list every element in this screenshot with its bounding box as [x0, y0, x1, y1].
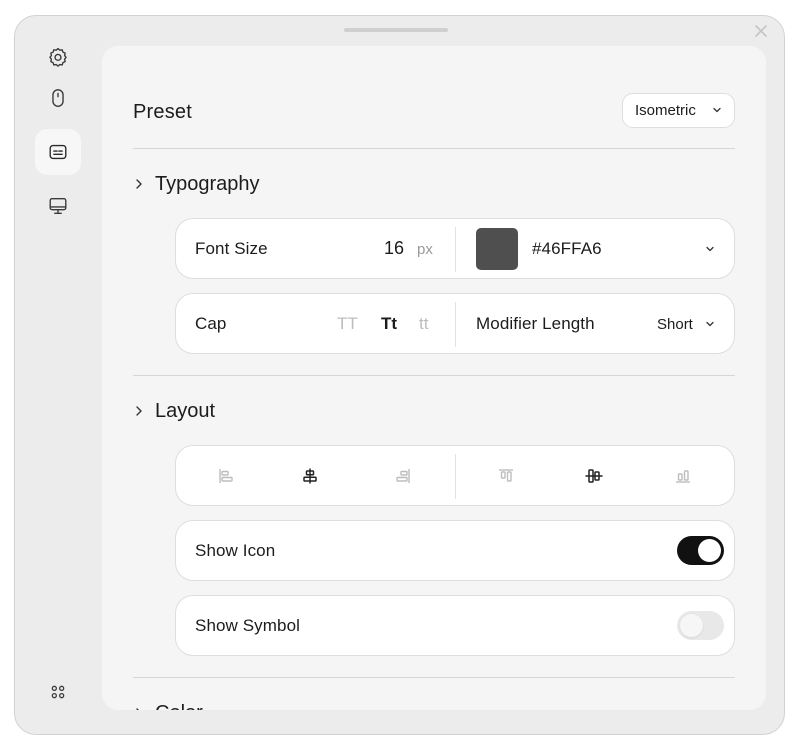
preset-selected-value: Isometric	[635, 102, 696, 119]
typography-row-cap-modifier: Cap TT Tt tt Modifier Length Short	[175, 293, 735, 354]
gear-icon	[49, 47, 67, 67]
cap-option-uppercase[interactable]: TT	[337, 314, 358, 334]
chevron-down-icon	[713, 107, 721, 113]
cap-option-titlecase[interactable]: Tt	[381, 314, 397, 334]
align-bottom-button[interactable]	[671, 464, 695, 488]
sidebar-item-settings[interactable]	[35, 34, 81, 80]
apps-grid-icon	[51, 685, 65, 699]
sidebar-item-display[interactable]	[35, 183, 81, 229]
section-header-color[interactable]: Color	[133, 700, 203, 710]
align-center-vertical-icon	[585, 469, 603, 483]
font-size-label: Font Size	[195, 239, 268, 258]
divider	[455, 454, 456, 499]
preset-dropdown[interactable]: Isometric	[622, 93, 735, 128]
preset-title: Preset	[133, 101, 193, 123]
chevron-right-icon	[136, 406, 142, 416]
font-size-unit: px	[417, 241, 433, 258]
align-right-icon	[396, 469, 410, 483]
chevron-down-icon[interactable]	[705, 319, 715, 329]
show-symbol-toggle[interactable]	[677, 611, 724, 640]
color-hex-value: #46FFA6	[532, 239, 602, 258]
cap-option-lowercase[interactable]: tt	[419, 314, 428, 334]
divider	[455, 227, 456, 272]
align-center-horizontal-button[interactable]	[298, 464, 322, 488]
align-bottom-icon	[676, 470, 690, 483]
section-title-color: Color	[155, 702, 203, 711]
align-top-icon	[499, 469, 513, 482]
font-size-input[interactable]: 16	[384, 238, 404, 259]
section-title-layout: Layout	[155, 399, 216, 422]
divider	[133, 148, 735, 149]
sidebar-item-captions[interactable]	[35, 129, 81, 175]
section-title-typography: Typography	[155, 172, 260, 195]
monitor-icon	[49, 197, 67, 215]
alignment-row	[175, 445, 735, 506]
show-symbol-row: Show Symbol	[175, 595, 735, 656]
close-icon	[755, 25, 767, 37]
align-left-icon	[219, 469, 233, 483]
align-center-horizontal-icon	[303, 468, 317, 484]
modifier-length-label: Modifier Length	[476, 314, 595, 333]
align-top-button[interactable]	[494, 464, 518, 488]
section-header-layout[interactable]: Layout	[133, 398, 215, 424]
show-icon-row: Show Icon	[175, 520, 735, 581]
cap-label: Cap	[195, 314, 227, 333]
modifier-length-dropdown[interactable]: Short	[657, 316, 693, 333]
color-swatch[interactable]	[476, 228, 518, 270]
align-left-button[interactable]	[214, 464, 238, 488]
captions-icon	[49, 144, 67, 160]
divider	[455, 302, 456, 347]
align-right-button[interactable]	[391, 464, 415, 488]
show-icon-label: Show Icon	[195, 541, 276, 560]
settings-panel: Preset Isometric Typography Font Size 16…	[102, 46, 766, 710]
chevron-down-icon[interactable]	[705, 244, 715, 254]
divider	[133, 375, 735, 376]
toggle-knob	[680, 614, 703, 637]
mouse-icon	[52, 89, 64, 107]
sidebar-item-mouse[interactable]	[35, 75, 81, 121]
sidebar	[15, 16, 101, 734]
show-icon-toggle[interactable]	[677, 536, 724, 565]
chevron-right-icon	[136, 708, 139, 710]
section-header-typography[interactable]: Typography	[133, 171, 260, 197]
divider	[133, 677, 735, 678]
close-button[interactable]	[752, 22, 770, 40]
typography-row-size-color: Font Size 16 px #46FFA6	[175, 218, 735, 279]
show-symbol-label: Show Symbol	[195, 616, 301, 635]
align-center-vertical-button[interactable]	[582, 464, 606, 488]
settings-window: Preset Isometric Typography Font Size 16…	[14, 15, 785, 735]
drag-handle[interactable]	[344, 28, 448, 32]
toggle-knob	[698, 539, 721, 562]
sidebar-item-apps[interactable]	[35, 669, 81, 715]
chevron-right-icon	[136, 179, 142, 189]
